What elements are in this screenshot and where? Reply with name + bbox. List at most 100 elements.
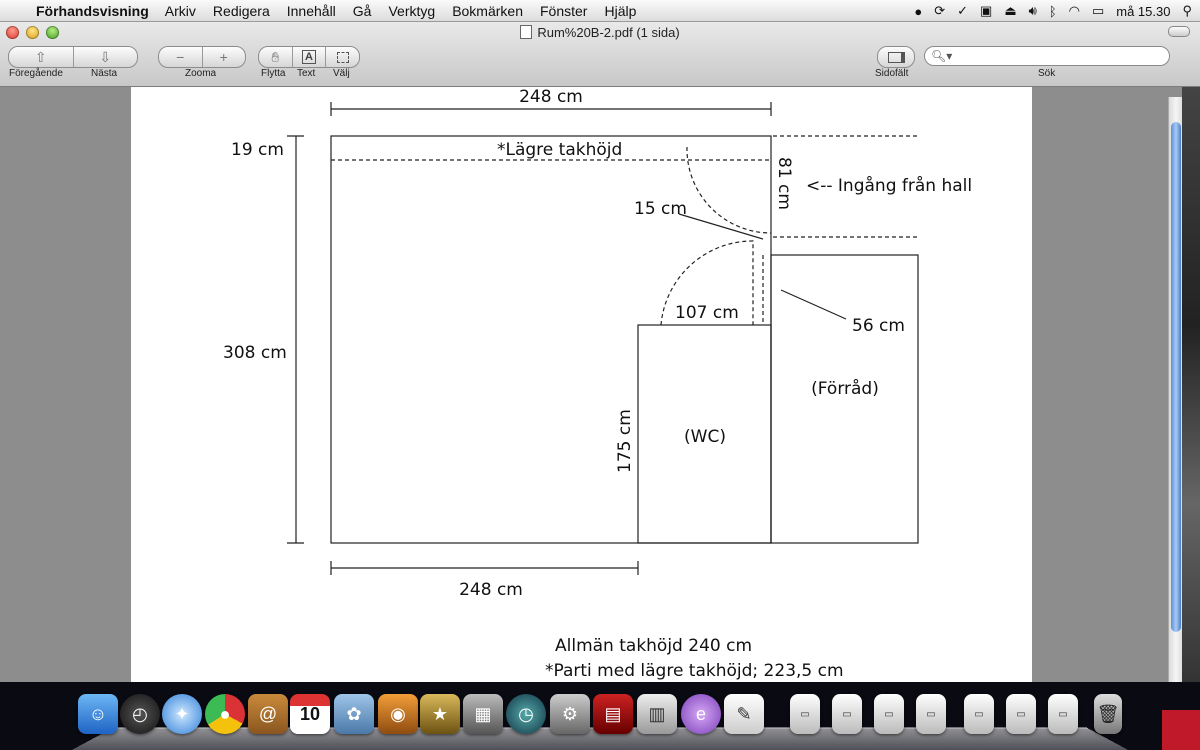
- wc-door-width-label: 107 cm: [675, 303, 739, 323]
- preview-icon[interactable]: ◉: [378, 694, 418, 734]
- menu-ga[interactable]: Gå: [353, 3, 372, 19]
- menu-bokmarken[interactable]: Bokmärken: [452, 3, 523, 19]
- next-label: Nästa: [91, 68, 118, 79]
- battery-icon[interactable]: ▭: [1092, 3, 1104, 19]
- volume-icon[interactable]: 🔊︎: [1029, 3, 1037, 19]
- eject-icon[interactable]: ⏏: [1004, 3, 1016, 19]
- emacs-icon[interactable]: e: [681, 694, 721, 734]
- wifi-icon[interactable]: ◠: [1069, 3, 1080, 19]
- minus-icon: −: [176, 49, 185, 65]
- scroll-thumb[interactable]: [1171, 122, 1181, 632]
- background-window-strip: [1182, 87, 1200, 682]
- safari-icon[interactable]: ✦: [162, 694, 202, 734]
- toolbar-toggle-button[interactable]: [1168, 26, 1190, 37]
- pdf-document-icon: [520, 25, 533, 39]
- search-input[interactable]: 🔍︎▾: [924, 46, 1170, 66]
- ceiling-general-note: Allmän takhöjd 240 cm: [555, 636, 752, 656]
- address-book-icon[interactable]: @: [248, 694, 288, 734]
- clock[interactable]: må 15.30: [1116, 4, 1170, 19]
- storage-outline: [770, 254, 919, 544]
- display-icon[interactable]: ▣: [980, 3, 992, 19]
- preview-window: Rum%20B-2.pdf (1 sida) ⇧ ⇩ Föregående Nä…: [0, 22, 1200, 682]
- dashboard-icon[interactable]: ◴: [120, 694, 160, 734]
- arrow-down-icon: ⇩: [99, 48, 112, 65]
- text-cursor-icon: A: [302, 50, 316, 64]
- storage-offset-label: 56 cm: [852, 316, 905, 336]
- sidebar-label: Sidofält: [875, 68, 909, 79]
- move-label: Flytta: [261, 68, 286, 79]
- iphoto-icon[interactable]: ✿: [334, 694, 374, 734]
- check-icon[interactable]: ✓: [957, 3, 968, 19]
- wc-depth-label: 175 cm: [615, 409, 635, 473]
- window-title-text: Rum%20B-2.pdf (1 sida): [537, 25, 680, 40]
- sidebar-icon: [878, 47, 914, 67]
- bluetooth-icon[interactable]: ᛒ: [1049, 4, 1057, 19]
- entrance-label: <-- Ingång från hall: [806, 175, 972, 196]
- title-bar: Rum%20B-2.pdf (1 sida) ⇧ ⇩ Föregående Nä…: [0, 22, 1200, 87]
- system-preferences-icon[interactable]: ⚙: [550, 694, 590, 734]
- arrow-up-icon: ⇧: [34, 48, 47, 65]
- finder-icon[interactable]: ☺: [78, 694, 118, 734]
- evernote-icon[interactable]: ●: [914, 4, 922, 19]
- ical-icon[interactable]: 10: [290, 694, 330, 734]
- menu-redigera[interactable]: Redigera: [213, 3, 270, 19]
- spotlight-icon[interactable]: ⚲: [1182, 3, 1192, 19]
- expose-icon[interactable]: ▦: [463, 694, 503, 734]
- zoom-in-button[interactable]: +: [201, 47, 246, 67]
- marquee-icon: [336, 51, 349, 63]
- sidebar-button[interactable]: [877, 46, 915, 68]
- low-ceiling-note: *Lägre takhöjd: [497, 140, 622, 160]
- top-width-label: 248 cm: [519, 87, 583, 107]
- pdf-page: 248 cm 19 cm *Lägre takhöjd 308 cm 81 cm…: [131, 87, 1032, 682]
- text-tool-button[interactable]: A: [291, 47, 326, 67]
- desktop-background-fragment: [1162, 710, 1200, 750]
- move-tool-button[interactable]: ✋︎: [259, 47, 292, 67]
- minimized-window-icon[interactable]: ▭: [964, 694, 994, 734]
- previous-label: Föregående: [9, 68, 63, 79]
- low-ceiling-depth-label: 19 cm: [231, 140, 284, 160]
- hand-icon: ✋︎: [271, 48, 280, 65]
- vertical-scrollbar[interactable]: [1168, 97, 1183, 682]
- textedit-icon[interactable]: ✎: [724, 694, 764, 734]
- minimized-window-icon[interactable]: ▭: [790, 694, 820, 734]
- ceiling-low-note: *Parti med lägre takhöjd; 223,5 cm: [545, 661, 844, 681]
- plus-icon: +: [219, 49, 228, 65]
- minimized-window-icon[interactable]: ▭: [916, 694, 946, 734]
- minimized-window-icon[interactable]: ▭: [832, 694, 862, 734]
- sync-icon[interactable]: ⟳: [934, 3, 945, 19]
- minimized-window-icon[interactable]: ▭: [874, 694, 904, 734]
- search-label: Sök: [1038, 68, 1056, 79]
- document-area: 248 cm 19 cm *Lägre takhöjd 308 cm 81 cm…: [0, 87, 1200, 682]
- menu-innehall[interactable]: Innehåll: [287, 3, 336, 19]
- menu-hjalp[interactable]: Hjälp: [604, 3, 636, 19]
- dock: ☺ ◴ ✦ ● @ 10 ✿ ◉ ★ ▦ ◷ ⚙ ▤ ▥ e ✎ ▭ ▭ ▭ ▭…: [0, 682, 1200, 750]
- imovie-icon[interactable]: ★: [420, 694, 460, 734]
- search-icon: 🔍︎▾: [931, 49, 953, 63]
- wc-label: (WC): [684, 427, 726, 447]
- bottom-width-label: 248 cm: [459, 580, 523, 600]
- room-depth-label: 308 cm: [223, 343, 287, 363]
- menu-fonster[interactable]: Fönster: [540, 3, 587, 19]
- app-menu[interactable]: Förhandsvisning: [36, 3, 149, 19]
- wall-gap-label: 15 cm: [634, 199, 687, 219]
- tool-group: ✋︎ A: [258, 46, 360, 68]
- minimized-window-icon[interactable]: ▭: [1048, 694, 1078, 734]
- document-stack-icon[interactable]: ▥: [637, 694, 677, 734]
- time-machine-icon[interactable]: ◷: [506, 694, 546, 734]
- menu-arkiv[interactable]: Arkiv: [165, 3, 196, 19]
- menu-verktyg[interactable]: Verktyg: [388, 3, 435, 19]
- window-title: Rum%20B-2.pdf (1 sida): [0, 25, 1200, 40]
- chrome-icon[interactable]: ●: [205, 694, 245, 734]
- menu-bar: Förhandsvisning Arkiv Redigera Innehåll …: [0, 0, 1200, 22]
- status-area: ● ⟳ ✓ ▣ ⏏ 🔊︎ ᛒ ◠ ▭ må 15.30 ⚲: [914, 0, 1192, 22]
- zoom-out-button[interactable]: −: [159, 47, 202, 67]
- minimized-window-icon[interactable]: ▭: [1006, 694, 1036, 734]
- select-tool-button[interactable]: [325, 47, 359, 67]
- previous-page-button[interactable]: ⇧: [9, 47, 73, 67]
- photo-booth-icon[interactable]: ▤: [593, 694, 633, 734]
- storage-label: (Förråd): [811, 378, 879, 399]
- zoom-group: − +: [158, 46, 246, 68]
- entrance-width-label: 81 cm: [774, 157, 794, 210]
- trash-icon[interactable]: 🗑︎: [1094, 694, 1122, 734]
- next-page-button[interactable]: ⇩: [72, 47, 138, 67]
